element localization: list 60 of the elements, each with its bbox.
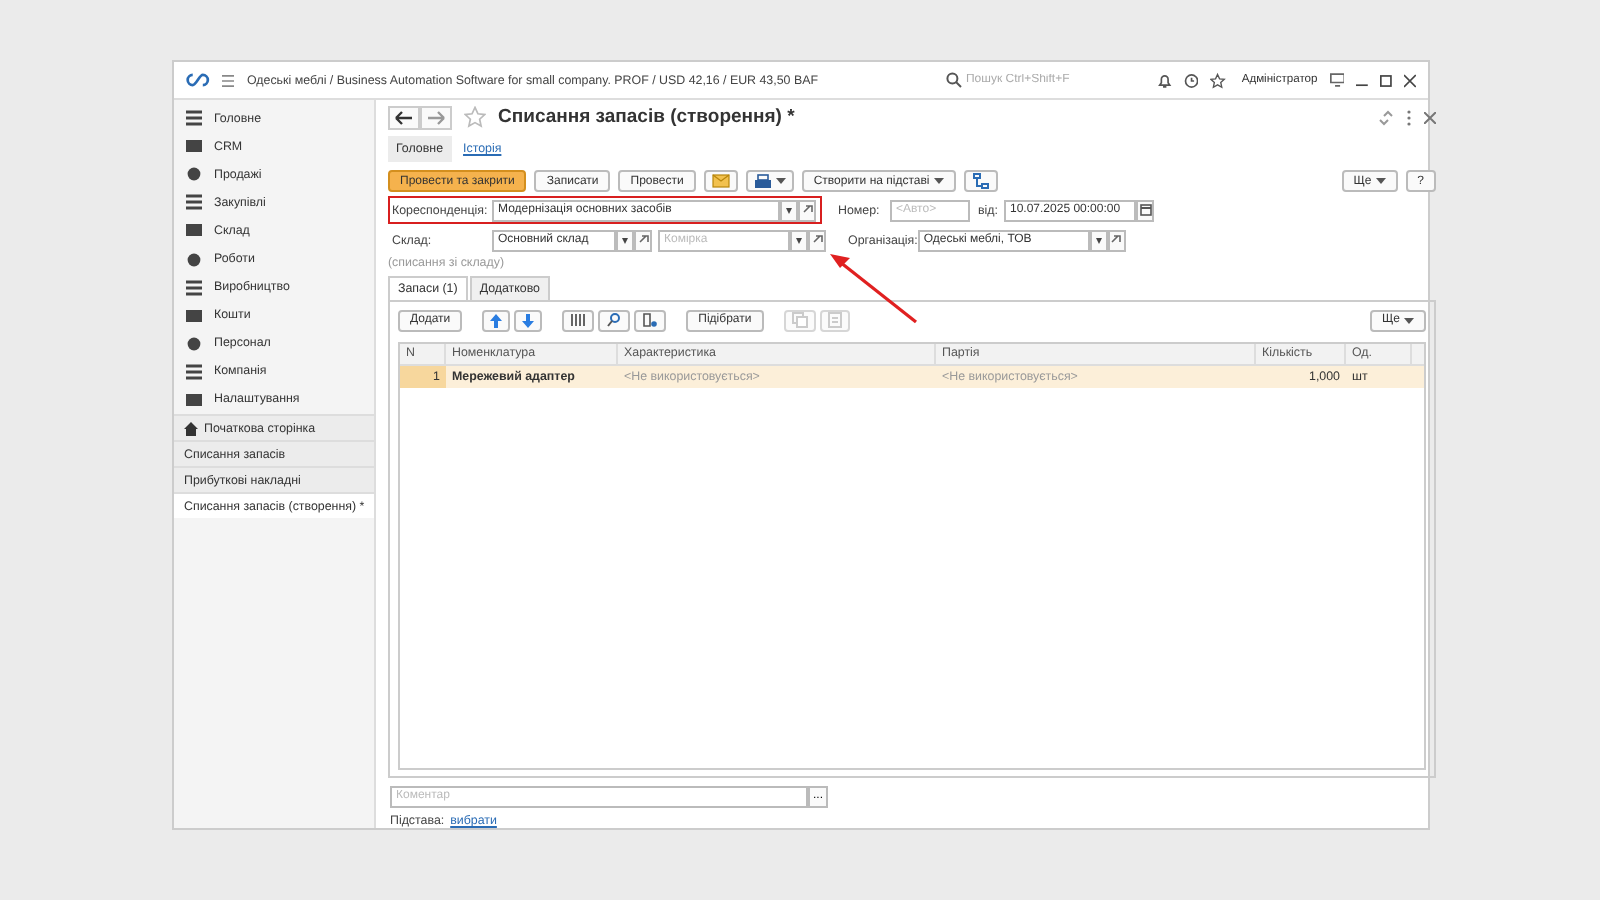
caret-icon bbox=[933, 178, 944, 185]
open-link-icon bbox=[811, 234, 823, 247]
search-icon bbox=[945, 72, 962, 88]
star-icon[interactable] bbox=[464, 106, 486, 129]
dropdown-button[interactable] bbox=[780, 199, 798, 222]
close-icon[interactable] bbox=[1404, 73, 1416, 87]
close-icon[interactable] bbox=[1424, 111, 1436, 124]
calendar-button[interactable] bbox=[1136, 199, 1154, 222]
back-icon[interactable] bbox=[388, 105, 420, 130]
mail-button[interactable] bbox=[703, 170, 738, 193]
open-button[interactable] bbox=[634, 229, 652, 252]
maximize-icon[interactable] bbox=[1380, 73, 1393, 87]
home-icon bbox=[184, 421, 198, 436]
history-icon[interactable] bbox=[1183, 71, 1199, 89]
barcode-button[interactable] bbox=[562, 309, 595, 332]
envelope-icon bbox=[711, 174, 730, 189]
caret-icon bbox=[796, 237, 802, 244]
dropdown-button[interactable] bbox=[1089, 229, 1108, 252]
barcode-icon bbox=[570, 312, 587, 329]
caret-icon bbox=[1404, 317, 1414, 324]
open-button[interactable] bbox=[808, 229, 826, 252]
document-icon bbox=[642, 312, 659, 329]
caret-icon bbox=[1375, 178, 1386, 185]
down-arrow-icon bbox=[522, 313, 535, 328]
calendar-icon bbox=[1139, 204, 1151, 217]
bell-icon[interactable] bbox=[1157, 71, 1172, 89]
hierarchy-icon bbox=[971, 172, 990, 191]
section-icon bbox=[186, 110, 202, 127]
up-arrow-icon bbox=[490, 313, 503, 328]
search-icon bbox=[606, 312, 623, 329]
move-up-button[interactable] bbox=[482, 309, 511, 332]
caret-icon bbox=[786, 207, 792, 214]
open-button[interactable] bbox=[798, 199, 816, 222]
copy-icon bbox=[791, 312, 808, 329]
logo-icon bbox=[186, 72, 210, 88]
document-title: Списання запасів (створення) * bbox=[498, 106, 795, 129]
open-link-icon bbox=[637, 234, 649, 247]
move-down-button[interactable] bbox=[514, 309, 543, 332]
section-icon bbox=[186, 363, 202, 380]
dropdown-button[interactable] bbox=[616, 229, 634, 252]
printer-icon bbox=[753, 173, 772, 190]
section-icon bbox=[186, 279, 202, 296]
dropdown-button[interactable] bbox=[790, 229, 808, 252]
open-link-icon bbox=[1110, 234, 1123, 247]
caret-icon bbox=[1095, 237, 1102, 244]
monitor-icon[interactable] bbox=[1329, 72, 1345, 88]
menu-icon[interactable] bbox=[221, 73, 235, 87]
search-button[interactable] bbox=[598, 309, 631, 332]
more-icon[interactable] bbox=[1406, 109, 1412, 126]
caret-icon bbox=[622, 237, 628, 244]
caret-icon bbox=[775, 178, 786, 185]
annotation-arrow bbox=[828, 252, 920, 324]
clipboard-icon bbox=[827, 312, 842, 329]
open-link-icon bbox=[801, 204, 813, 217]
open-button[interactable] bbox=[1107, 229, 1126, 252]
star-icon[interactable] bbox=[1210, 71, 1226, 89]
structure-button[interactable] bbox=[963, 170, 998, 193]
section-icon bbox=[186, 391, 202, 408]
section-icon bbox=[186, 194, 202, 211]
print-button[interactable] bbox=[745, 170, 794, 193]
